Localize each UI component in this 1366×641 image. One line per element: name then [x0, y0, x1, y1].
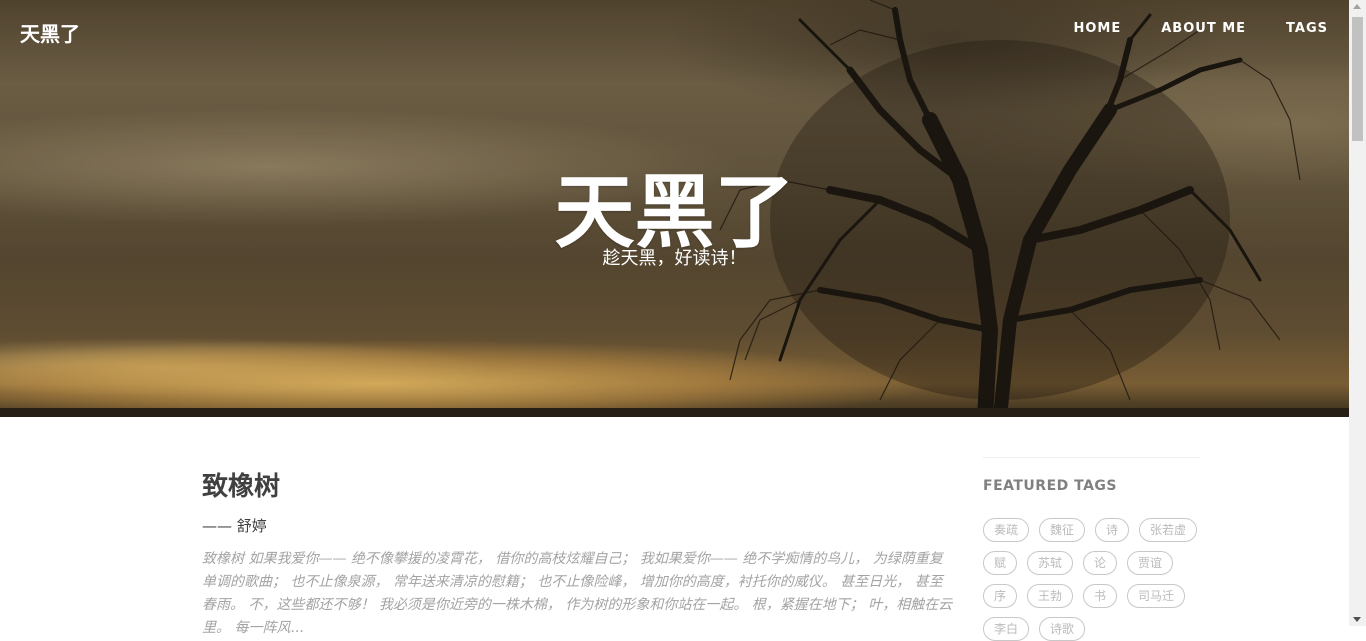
site-brand-link[interactable]: 天黑了: [20, 18, 80, 47]
post-preview[interactable]: 致橡树 —— 舒婷 致橡树 如果我爱你—— 绝不像攀援的凌霄花， 借你的高枝炫耀…: [202, 466, 954, 640]
nav-about-link[interactable]: ABOUT ME: [1161, 21, 1246, 36]
tag-item[interactable]: 张若虚: [1139, 518, 1198, 542]
featured-tags-sidebar: FEATURED TAGS 奏疏 魏征 诗 张若虚 赋 苏轼 论 贾谊 序 王勃…: [983, 457, 1200, 641]
tag-item[interactable]: 王勃: [1027, 584, 1074, 608]
tag-item[interactable]: 诗: [1095, 518, 1130, 542]
tag-item[interactable]: 奏疏: [983, 518, 1030, 542]
tag-item[interactable]: 魏征: [1039, 518, 1086, 542]
tag-item[interactable]: 贾谊: [1127, 551, 1174, 575]
post-title[interactable]: 致橡树: [202, 466, 954, 503]
top-nav: HOME ABOUT ME TAGS: [1074, 21, 1329, 36]
tag-item[interactable]: 司马迁: [1127, 584, 1186, 608]
tag-item[interactable]: 苏轼: [1027, 551, 1074, 575]
post-author: —— 舒婷: [202, 517, 267, 535]
hero-subtitle: 趁天黑，好读诗！: [602, 248, 747, 269]
tag-item[interactable]: 论: [1083, 551, 1118, 575]
hero-header: 天黑了 HOME ABOUT ME TAGS 天黑了 趁天黑，好读诗！: [0, 0, 1349, 417]
nav-home-link[interactable]: HOME: [1074, 21, 1122, 36]
featured-tags-title: FEATURED TAGS: [983, 478, 1118, 494]
post-excerpt[interactable]: 致橡树 如果我爱你—— 绝不像攀援的凌霄花， 借你的高枝炫耀自己； 我如果爱你—…: [202, 548, 954, 640]
tag-item[interactable]: 序: [983, 584, 1018, 608]
tag-item[interactable]: 李白: [983, 617, 1030, 641]
tag-item[interactable]: 诗歌: [1039, 617, 1086, 641]
tag-list: 奏疏 魏征 诗 张若虚 赋 苏轼 论 贾谊 序 王勃 书 司马迁 李白 诗歌: [983, 518, 1200, 641]
tag-item[interactable]: 赋: [983, 551, 1018, 575]
scroll-down-arrow-icon[interactable]: [1353, 617, 1361, 622]
scrollbar-thumb[interactable]: [1352, 17, 1363, 141]
nav-tags-link[interactable]: TAGS: [1286, 21, 1328, 36]
vertical-scrollbar[interactable]: [1349, 0, 1366, 626]
tag-item[interactable]: 书: [1083, 584, 1118, 608]
scroll-up-arrow-icon[interactable]: [1353, 4, 1361, 9]
